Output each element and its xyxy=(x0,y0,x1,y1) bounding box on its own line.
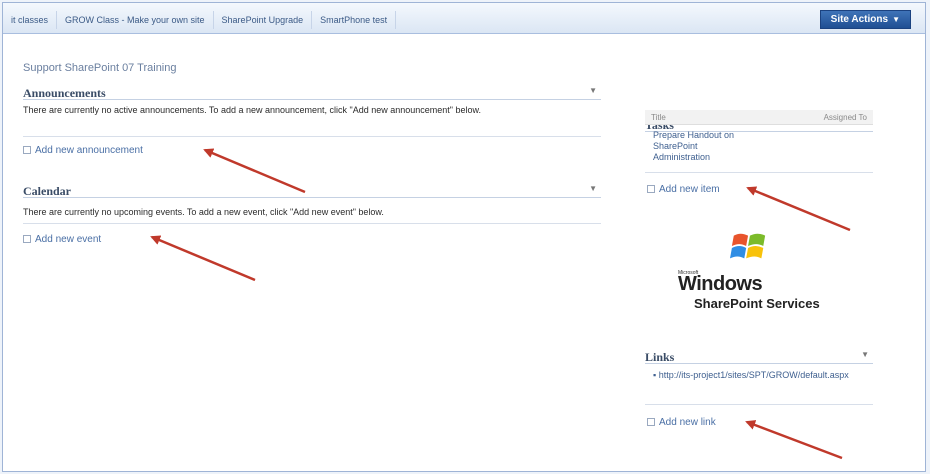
add-new-announcement-label: Add new announcement xyxy=(35,145,143,156)
tab-sharepoint-upgrade[interactable]: SharePoint Upgrade xyxy=(214,11,313,29)
add-icon xyxy=(647,418,655,427)
page-title: Support SharePoint 07 Training xyxy=(23,62,177,74)
tab-it-classes[interactable]: it classes xyxy=(3,11,58,29)
link-item-label: http://its-project1/sites/SPT/GROW/defau… xyxy=(658,370,849,380)
link-item[interactable]: ▪ http://its-project1/sites/SPT/GROW/def… xyxy=(653,370,868,381)
add-new-item-label: Add new item xyxy=(659,184,720,195)
links-title: Links xyxy=(645,350,675,364)
task-item[interactable]: Prepare Handout on SharePoint Administra… xyxy=(653,130,753,163)
tasks-col-title[interactable]: Title xyxy=(651,113,666,122)
divider xyxy=(23,136,601,137)
chevron-down-icon: ▼ xyxy=(892,15,900,24)
announcements-message: There are currently no active announceme… xyxy=(23,105,482,115)
calendar-message: There are currently no upcoming events. … xyxy=(23,207,384,217)
announcements-title: Announcements xyxy=(23,86,106,100)
add-new-link-label: Add new link xyxy=(659,417,716,428)
webpart-menu-icon[interactable]: ▼ xyxy=(589,184,597,193)
windows-flag-icon xyxy=(730,233,766,259)
logo-line2: SharePoint Services xyxy=(694,296,820,311)
top-nav-tabs: it classes GROW Class - Make your own si… xyxy=(3,11,397,29)
announcements-header: Announcements ▼ xyxy=(23,84,601,100)
tab-smartphone-test[interactable]: SmartPhone test xyxy=(312,11,397,29)
divider xyxy=(645,172,873,173)
add-new-item-link[interactable]: Add new item xyxy=(647,184,720,195)
tasks-col-assigned[interactable]: Assigned To xyxy=(824,113,867,122)
site-actions-button[interactable]: Site Actions ▼ xyxy=(819,10,911,29)
add-icon xyxy=(23,146,31,155)
calendar-title: Calendar xyxy=(23,184,71,198)
divider xyxy=(23,223,601,224)
logo-line1: Windows xyxy=(678,273,763,295)
add-new-announcement-link[interactable]: Add new announcement xyxy=(23,145,143,156)
webpart-menu-icon[interactable]: ▼ xyxy=(861,350,869,359)
add-new-event-link[interactable]: Add new event xyxy=(23,234,101,245)
tasks-column-header: Title Assigned To xyxy=(645,110,873,125)
add-new-link-link[interactable]: Add new link xyxy=(647,417,716,428)
add-new-event-label: Add new event xyxy=(35,234,102,245)
windows-sharepoint-services-logo: Microsoft Windows SharePoint Services xyxy=(678,224,858,324)
top-nav-bar: it classes GROW Class - Make your own si… xyxy=(3,3,925,34)
links-header: Links ▼ xyxy=(645,348,873,364)
webpart-menu-icon[interactable]: ▼ xyxy=(589,86,597,95)
page-content: Support SharePoint 07 Training Announcem… xyxy=(3,34,925,471)
add-icon xyxy=(647,185,655,194)
tab-grow-class[interactable]: GROW Class - Make your own site xyxy=(57,11,214,29)
site-actions-label: Site Actions xyxy=(830,14,889,25)
add-icon xyxy=(23,235,31,244)
divider xyxy=(645,404,873,405)
browser-frame: it classes GROW Class - Make your own si… xyxy=(2,2,926,472)
calendar-header: Calendar ▼ xyxy=(23,182,601,198)
